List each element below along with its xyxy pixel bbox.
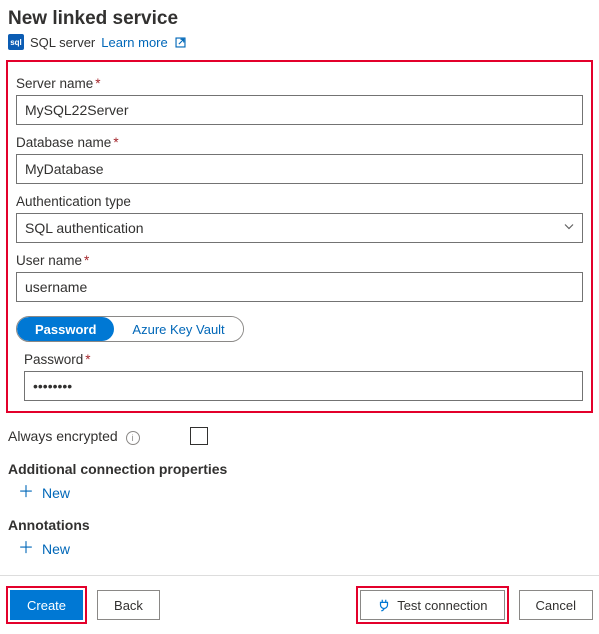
password-tab[interactable]: Password (17, 317, 114, 341)
annotations-header: Annotations (8, 517, 591, 533)
test-connection-highlight: Test connection (356, 586, 508, 624)
external-link-icon (174, 36, 187, 49)
auth-type-label: Authentication type (16, 194, 583, 209)
database-name-label: Database name* (16, 135, 583, 150)
server-name-input[interactable] (16, 95, 583, 125)
plug-icon (377, 598, 391, 612)
highlighted-form-region: Server name* Database name* Authenticati… (6, 60, 593, 413)
page-title: New linked service (8, 8, 593, 30)
info-icon[interactable]: i (126, 431, 140, 445)
add-connection-property-button[interactable]: ＋ New (18, 485, 593, 501)
test-connection-button[interactable]: Test connection (360, 590, 504, 620)
password-label: Password* (24, 352, 583, 367)
database-name-input[interactable] (16, 154, 583, 184)
password-source-toggle: Password Azure Key Vault (16, 316, 244, 342)
footer-bar: Create Back Test connection Cancel (0, 575, 599, 628)
always-encrypted-checkbox[interactable] (190, 427, 208, 445)
plus-icon: ＋ (18, 541, 34, 557)
additional-props-header: Additional connection properties (8, 461, 591, 477)
always-encrypted-label: Always encrypted i (8, 428, 140, 445)
back-button[interactable]: Back (97, 590, 160, 620)
plus-icon: ＋ (18, 485, 34, 501)
user-name-label: User name* (16, 253, 583, 268)
sql-server-icon: sql (8, 34, 24, 50)
learn-more-link[interactable]: Learn more (101, 35, 167, 50)
user-name-input[interactable] (16, 272, 583, 302)
create-button[interactable]: Create (10, 590, 83, 620)
add-annotation-button[interactable]: ＋ New (18, 541, 593, 557)
cancel-button[interactable]: Cancel (519, 590, 593, 620)
create-highlight: Create (6, 586, 87, 624)
service-type-label: SQL server (30, 35, 95, 50)
azure-key-vault-tab[interactable]: Azure Key Vault (114, 317, 242, 341)
server-name-label: Server name* (16, 76, 583, 91)
auth-type-select[interactable] (16, 213, 583, 243)
password-input[interactable] (24, 371, 583, 401)
